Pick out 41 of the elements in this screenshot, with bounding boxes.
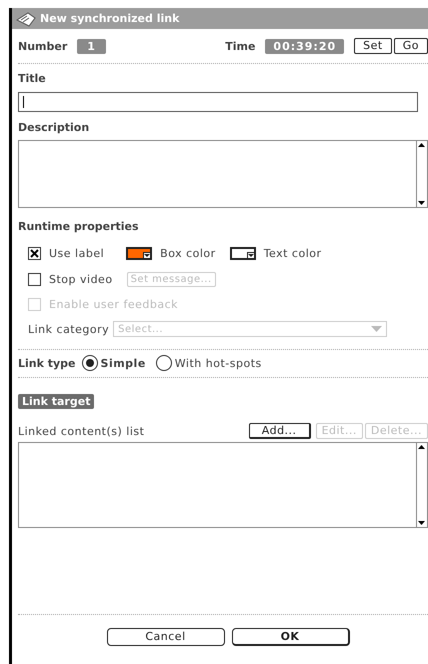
scroll-up-icon[interactable]	[417, 443, 426, 451]
radio-button[interactable]	[82, 355, 98, 371]
list-label: Linked content(s) list	[18, 424, 146, 438]
time-label: Time	[225, 40, 256, 52]
scroll-up-icon[interactable]	[417, 141, 426, 149]
dropdown-icon	[371, 326, 382, 332]
link-icon	[16, 10, 36, 26]
list-button[interactable]: Add...	[248, 423, 311, 439]
radio-label: Simple	[100, 356, 146, 370]
scroll-down-icon[interactable]	[417, 199, 426, 207]
time-value: 00:39:20	[265, 38, 344, 54]
color-label: Text color	[264, 247, 322, 260]
dropdown-icon	[143, 252, 150, 258]
time-button[interactable]: Set	[354, 38, 392, 54]
description-field[interactable]	[18, 140, 428, 208]
checkbox[interactable]	[28, 247, 41, 260]
checkbox-label: Stop video	[49, 273, 113, 286]
checkbox-label: Enable user feedback	[49, 298, 178, 311]
checkbox[interactable]	[28, 273, 41, 286]
text-cursor	[23, 96, 24, 108]
time-button[interactable]: Go	[394, 38, 428, 54]
title-field[interactable]	[18, 92, 418, 112]
window-title: New synchronized link	[40, 12, 180, 25]
radio-button[interactable]	[156, 355, 172, 371]
color-label: Box color	[160, 247, 216, 260]
dropdown-icon	[246, 252, 254, 258]
cancel-button[interactable]: Cancel	[106, 628, 224, 646]
radio-label: With hot-spots	[174, 356, 262, 370]
scroll-down-icon[interactable]	[417, 519, 426, 527]
section-heading: Runtime properties	[18, 220, 139, 233]
title-label: Title	[18, 72, 46, 85]
number-value: 1	[77, 38, 106, 54]
link-category-label: Link category	[28, 322, 110, 336]
color-picker[interactable]	[230, 247, 256, 260]
ok-button[interactable]: OK	[232, 628, 350, 646]
section-heading: Link target	[18, 394, 94, 409]
link-type-label: Link type	[18, 356, 76, 370]
color-picker[interactable]	[126, 247, 152, 260]
number-label: Number	[18, 40, 68, 52]
checkbox-label: Use label	[49, 247, 104, 260]
description-label: Description	[18, 121, 90, 134]
